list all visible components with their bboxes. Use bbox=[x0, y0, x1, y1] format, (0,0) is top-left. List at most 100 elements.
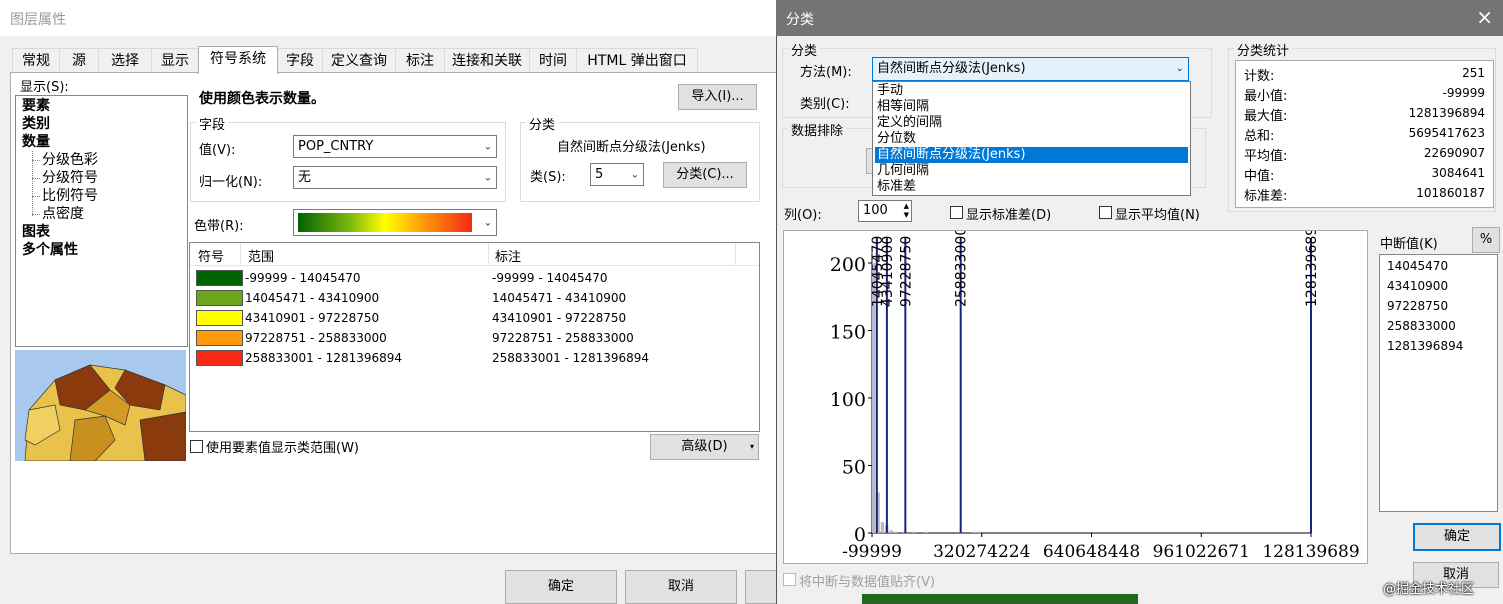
tab-7[interactable]: 标注 bbox=[395, 48, 445, 73]
stat-label: 计数: bbox=[1244, 69, 1275, 84]
ok-button[interactable]: 确定 bbox=[505, 570, 617, 604]
color-ramp-label: 色带(R): bbox=[194, 219, 244, 234]
stat-value: 3084641 bbox=[1431, 166, 1485, 180]
break-value-item[interactable]: 14045470 bbox=[1387, 259, 1448, 273]
method-option[interactable]: 相等间隔 bbox=[875, 99, 1188, 115]
histogram-bar bbox=[889, 530, 893, 533]
advanced-button-label: 高级(D) bbox=[681, 439, 728, 454]
class-symbol-swatch[interactable] bbox=[196, 330, 243, 346]
method-option[interactable]: 自然间断点分级法(Jenks) bbox=[875, 147, 1188, 163]
tree-item[interactable]: 分级符号 bbox=[42, 169, 98, 187]
chevron-down-icon: ⌄ bbox=[630, 169, 639, 180]
normalize-select[interactable]: 无 ⌄ bbox=[293, 166, 497, 189]
tree-item[interactable]: 类别 bbox=[22, 115, 50, 133]
class-row[interactable]: -99999 - 14045470 -99999 - 14045470 bbox=[190, 269, 759, 289]
class-label: 14045471 - 43410900 bbox=[492, 291, 627, 305]
tree-item[interactable]: 比例符号 bbox=[42, 187, 98, 205]
chevron-down-icon: ⌄ bbox=[1175, 63, 1184, 74]
watermark: @掘金技术社区 bbox=[1383, 582, 1475, 597]
normalize-label: 归一化(N): bbox=[199, 175, 263, 190]
tab-1[interactable]: 源 bbox=[59, 48, 99, 73]
tab-0[interactable]: 常规 bbox=[12, 48, 60, 73]
histogram-bar bbox=[880, 522, 885, 533]
class-row[interactable]: 43410901 - 97228750 43410901 - 97228750 bbox=[190, 309, 759, 329]
x-tick-label: 640648448 bbox=[1043, 542, 1140, 562]
header-range[interactable]: 范围 bbox=[248, 246, 274, 265]
class-symbol-swatch[interactable] bbox=[196, 270, 243, 286]
snap-checkbox[interactable] bbox=[783, 573, 796, 586]
class-label: 97228751 - 258833000 bbox=[492, 331, 634, 345]
show-mean-checkbox[interactable] bbox=[1099, 206, 1112, 219]
show-std-checkbox[interactable] bbox=[950, 206, 963, 219]
tree-item[interactable]: 分级色彩 bbox=[42, 151, 98, 169]
classify-button[interactable]: 分类(C)... bbox=[663, 162, 747, 188]
tree-item[interactable]: 要素 bbox=[22, 97, 50, 115]
break-values-label: 中断值(K) bbox=[1380, 237, 1438, 252]
use-feature-values-checkbox[interactable] bbox=[190, 440, 203, 453]
class-symbol-swatch[interactable] bbox=[196, 290, 243, 306]
header-divider bbox=[240, 243, 241, 265]
tab-6[interactable]: 定义查询 bbox=[322, 48, 396, 73]
class-symbol-swatch[interactable] bbox=[196, 350, 243, 366]
tab-2[interactable]: 选择 bbox=[98, 48, 152, 73]
header-symbol[interactable]: 符号 bbox=[198, 246, 224, 265]
histogram-panel: 0 50 100 150 200 -99999 320274224 640648448 9610… bbox=[783, 230, 1368, 564]
tree-item[interactable]: 多个属性 bbox=[22, 241, 78, 259]
header-label[interactable]: 标注 bbox=[495, 246, 521, 265]
class-row[interactable]: 258833001 - 1281396894 258833001 - 128139… bbox=[190, 349, 759, 369]
show-label: 显示(S): bbox=[20, 80, 69, 95]
y-tick-label: 150 bbox=[830, 322, 866, 344]
dialog-ok-button[interactable]: 确定 bbox=[1413, 523, 1501, 551]
tree-item[interactable]: 点密度 bbox=[42, 205, 84, 223]
class-range: 43410901 - 97228750 bbox=[245, 311, 380, 325]
tab-9[interactable]: 时间 bbox=[529, 48, 577, 73]
preview-map bbox=[15, 350, 186, 461]
tab-3[interactable]: 显示 bbox=[151, 48, 199, 73]
break-value-item[interactable]: 258833000 bbox=[1387, 319, 1456, 333]
method-option[interactable]: 手动 bbox=[875, 83, 1188, 99]
tab-8[interactable]: 连接和关联 bbox=[444, 48, 530, 73]
cancel-button[interactable]: 取消 bbox=[625, 570, 737, 604]
percent-button[interactable]: % bbox=[1472, 227, 1500, 253]
break-value-item[interactable]: 1281396894 bbox=[1387, 339, 1463, 353]
stats-panel: 计数: 251 最小值: -99999 最大值: 1281396894 总和: 5695417… bbox=[1235, 60, 1494, 208]
color-ramp-select[interactable]: ⌄ bbox=[293, 209, 497, 236]
import-button[interactable]: 导入(I)... bbox=[678, 84, 757, 110]
value-field-select[interactable]: POP_CNTRY ⌄ bbox=[293, 135, 497, 158]
tab-10[interactable]: HTML 弹出窗口 bbox=[576, 48, 698, 73]
class-row[interactable]: 14045471 - 43410900 14045471 - 43410900 bbox=[190, 289, 759, 309]
tab-5[interactable]: 字段 bbox=[277, 48, 323, 73]
method-select[interactable]: 自然间断点分级法(Jenks) ⌄ bbox=[872, 57, 1189, 81]
histogram-bar bbox=[924, 531, 929, 533]
class-symbol-swatch[interactable] bbox=[196, 310, 243, 326]
symbology-heading: 使用颜色表示数量。 bbox=[199, 91, 325, 107]
x-tick-label: 128139689 bbox=[1262, 542, 1359, 562]
method-option[interactable]: 分位数 bbox=[875, 131, 1188, 147]
columns-label: 列(O): bbox=[784, 208, 822, 223]
break-value-item[interactable]: 43410900 bbox=[1387, 279, 1448, 293]
chevron-down-icon: ⌄ bbox=[483, 217, 492, 228]
classes-count-label: 类别(C): bbox=[800, 97, 850, 112]
tree-item[interactable]: 数量 bbox=[22, 133, 50, 151]
renderer-tree: 要素 类别 数量 分级色彩 分级符号 比例符号 点密度 图表 多个属性 bbox=[15, 95, 188, 347]
chevron-down-icon: ⌄ bbox=[483, 141, 492, 152]
break-label: 258833000 bbox=[954, 231, 970, 307]
show-std-label: 显示标准差(D) bbox=[966, 208, 1052, 223]
method-option[interactable]: 标准差 bbox=[875, 179, 1188, 195]
method-option[interactable]: 定义的间隔 bbox=[875, 115, 1188, 131]
tab-4[interactable]: 符号系统 bbox=[198, 46, 278, 74]
spinner-icon: ▲ ▼ bbox=[903, 202, 909, 219]
advanced-button[interactable]: 高级(D) ▾ bbox=[650, 434, 759, 460]
method-label: 方法(M): bbox=[800, 65, 852, 80]
tree-item[interactable]: 图表 bbox=[22, 223, 50, 241]
class-row[interactable]: 97228751 - 258833000 97228751 - 258833000 bbox=[190, 329, 759, 349]
header-divider bbox=[735, 243, 736, 265]
classes-select[interactable]: 5 ⌄ bbox=[590, 163, 644, 186]
close-icon[interactable]: × bbox=[1476, 5, 1493, 29]
columns-spinner[interactable]: 100 ▲ ▼ bbox=[858, 200, 912, 222]
y-tick-label: 200 bbox=[830, 254, 866, 276]
histogram-chart: 050100150200-99999 320274224 640648448 9610… bbox=[830, 231, 1360, 562]
class-table-header: 符号 范围 标注 bbox=[190, 243, 759, 266]
method-option[interactable]: 几何间隔 bbox=[875, 163, 1188, 179]
break-value-item[interactable]: 97228750 bbox=[1387, 299, 1448, 313]
